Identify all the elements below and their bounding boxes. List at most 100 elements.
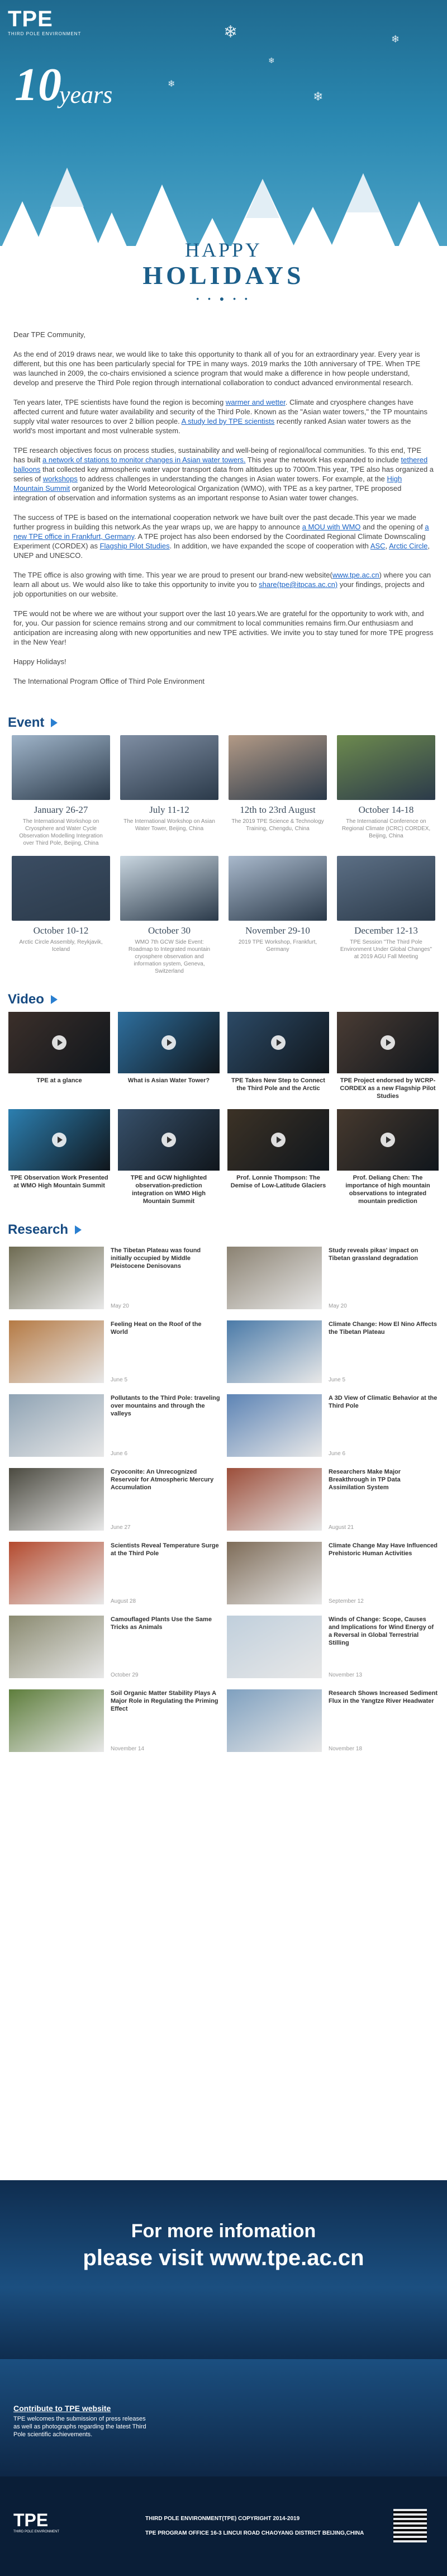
video-card[interactable]: Prof. Deliang Chen: The importance of hi… — [333, 1109, 443, 1205]
video-thumbnail[interactable] — [337, 1012, 439, 1073]
play-icon[interactable] — [161, 1035, 176, 1050]
tpe-logo[interactable]: TPE THIRD POLE ENVIRONMENT — [8, 8, 81, 36]
play-icon[interactable] — [381, 1035, 395, 1050]
event-card[interactable]: 12th to 23rd August The 2019 TPE Science… — [224, 735, 332, 847]
research-photo[interactable] — [227, 1468, 322, 1531]
research-title[interactable]: A 3D View of Climatic Behavior at the Th… — [329, 1394, 438, 1410]
research-title[interactable]: Climate Change: How El Nino Affects the … — [329, 1320, 438, 1336]
video-caption[interactable]: Prof. Deliang Chen: The importance of hi… — [333, 1174, 443, 1205]
video-caption[interactable]: TPE Observation Work Presented at WMO Hi… — [4, 1174, 114, 1190]
link-workshops[interactable]: workshops — [43, 475, 78, 483]
event-card[interactable]: October 14-18 The International Conferen… — [332, 735, 440, 847]
research-item[interactable]: Climate Change: How El Nino Affects the … — [224, 1316, 441, 1390]
video-thumbnail[interactable] — [8, 1012, 110, 1073]
video-thumbnail[interactable] — [118, 1109, 220, 1171]
research-title[interactable]: Winds of Change: Scope, Causes and Impli… — [329, 1616, 438, 1647]
link-website[interactable]: www.tpe.ac.cn — [332, 571, 379, 579]
research-title[interactable]: Research Shows Increased Sediment Flux i… — [329, 1689, 438, 1705]
research-title[interactable]: Researchers Make Major Breakthrough in T… — [329, 1468, 438, 1491]
link-flagship[interactable]: Flagship Pilot Studies — [100, 542, 170, 550]
event-photo[interactable] — [229, 856, 327, 921]
research-item[interactable]: Winds of Change: Scope, Causes and Impli… — [224, 1611, 441, 1685]
research-photo[interactable] — [227, 1394, 322, 1457]
research-title[interactable]: Study reveals pikas' impact on Tibetan g… — [329, 1247, 438, 1262]
video-caption[interactable]: TPE at a glance — [4, 1077, 114, 1085]
play-icon[interactable] — [271, 1133, 286, 1147]
research-photo[interactable] — [227, 1320, 322, 1383]
research-item[interactable]: A 3D View of Climatic Behavior at the Th… — [224, 1390, 441, 1464]
research-item[interactable]: Researchers Make Major Breakthrough in T… — [224, 1464, 441, 1537]
event-card[interactable]: December 12-13 TPE Session "The Third Po… — [332, 856, 440, 975]
research-photo[interactable] — [9, 1394, 104, 1457]
link-arctic-circle[interactable]: Arctic Circle — [389, 542, 427, 550]
link-mou-wmo[interactable]: a MOU with WMO — [302, 523, 361, 531]
video-thumbnail[interactable] — [337, 1109, 439, 1171]
research-item[interactable]: Feeling Heat on the Roof of the World Ju… — [6, 1316, 224, 1390]
research-item[interactable]: Research Shows Increased Sediment Flux i… — [224, 1685, 441, 1759]
research-item[interactable]: Climate Change May Have Influenced Prehi… — [224, 1537, 441, 1611]
research-photo[interactable] — [227, 1689, 322, 1752]
contribute-link[interactable]: Contribute to TPE website — [13, 2404, 148, 2413]
video-caption[interactable]: TPE and GCW highlighted observation-pred… — [114, 1174, 224, 1205]
event-photo[interactable] — [12, 735, 110, 800]
research-photo[interactable] — [227, 1542, 322, 1604]
event-card[interactable]: November 29-10 2019 TPE Workshop, Frankf… — [224, 856, 332, 975]
research-item[interactable]: Study reveals pikas' impact on Tibetan g… — [224, 1242, 441, 1316]
video-card[interactable]: TPE Takes New Step to Connect the Third … — [224, 1012, 333, 1100]
research-item[interactable]: Pollutants to the Third Pole: traveling … — [6, 1390, 224, 1464]
research-item[interactable]: Camouflaged Plants Use the Same Tricks a… — [6, 1611, 224, 1685]
research-title[interactable]: Climate Change May Have Influenced Prehi… — [329, 1542, 438, 1557]
link-warmer-wetter[interactable]: warmer and wetter — [226, 398, 286, 406]
research-title[interactable]: Camouflaged Plants Use the Same Tricks a… — [111, 1616, 220, 1631]
video-card[interactable]: TPE Project endorsed by WCRP-CORDEX as a… — [333, 1012, 443, 1100]
video-caption[interactable]: What is Asian Water Tower? — [114, 1077, 224, 1085]
event-photo[interactable] — [229, 735, 327, 800]
play-icon[interactable] — [52, 1035, 66, 1050]
research-item[interactable]: Cryoconite: An Unrecognized Reservoir fo… — [6, 1464, 224, 1537]
event-photo[interactable] — [120, 735, 218, 800]
research-title[interactable]: The Tibetan Plateau was found initially … — [111, 1247, 220, 1270]
link-study[interactable]: A study led by TPE scientists — [182, 417, 275, 425]
link-asc[interactable]: ASC — [370, 542, 386, 550]
research-title[interactable]: Cryoconite: An Unrecognized Reservoir fo… — [111, 1468, 220, 1491]
research-photo[interactable] — [227, 1616, 322, 1678]
research-photo[interactable] — [9, 1320, 104, 1383]
video-caption[interactable]: Prof. Lonnie Thompson: The Demise of Low… — [224, 1174, 333, 1190]
research-photo[interactable] — [9, 1542, 104, 1604]
video-thumbnail[interactable] — [8, 1109, 110, 1171]
link-share-email[interactable]: share(tpe@itpcas.ac.cn) — [259, 580, 337, 589]
play-icon[interactable] — [52, 1133, 66, 1147]
research-item[interactable]: Scientists Reveal Temperature Surge at t… — [6, 1537, 224, 1611]
event-card[interactable]: October 10-12 Arctic Circle Assembly, Re… — [7, 856, 115, 975]
research-photo[interactable] — [9, 1468, 104, 1531]
video-card[interactable]: Prof. Lonnie Thompson: The Demise of Low… — [224, 1109, 333, 1205]
event-card[interactable]: October 30 WMO 7th GCW Side Event: Roadm… — [115, 856, 224, 975]
research-title[interactable]: Feeling Heat on the Roof of the World — [111, 1320, 220, 1336]
research-title[interactable]: Pollutants to the Third Pole: traveling … — [111, 1394, 220, 1418]
play-icon[interactable] — [271, 1035, 286, 1050]
more-info-link[interactable]: please visit www.tpe.ac.cn — [0, 2246, 447, 2271]
research-title[interactable]: Scientists Reveal Temperature Surge at t… — [111, 1542, 220, 1557]
event-card[interactable]: January 26-27 The International Workshop… — [7, 735, 115, 847]
event-photo[interactable] — [337, 856, 435, 921]
event-card[interactable]: July 11-12 The International Workshop on… — [115, 735, 224, 847]
research-item[interactable]: Soil Organic Matter Stability Plays A Ma… — [6, 1685, 224, 1759]
video-thumbnail[interactable] — [227, 1109, 329, 1171]
video-card[interactable]: TPE at a glance — [4, 1012, 114, 1100]
video-card[interactable]: TPE Observation Work Presented at WMO Hi… — [4, 1109, 114, 1205]
video-thumbnail[interactable] — [227, 1012, 329, 1073]
video-caption[interactable]: TPE Project endorsed by WCRP-CORDEX as a… — [333, 1077, 443, 1100]
research-photo[interactable] — [9, 1689, 104, 1752]
video-thumbnail[interactable] — [118, 1012, 220, 1073]
research-photo[interactable] — [227, 1247, 322, 1309]
research-photo[interactable] — [9, 1247, 104, 1309]
event-photo[interactable] — [120, 856, 218, 921]
research-item[interactable]: The Tibetan Plateau was found initially … — [6, 1242, 224, 1316]
research-title[interactable]: Soil Organic Matter Stability Plays A Ma… — [111, 1689, 220, 1713]
link-station-network[interactable]: a network of stations to monitor changes… — [42, 456, 245, 464]
video-card[interactable]: TPE and GCW highlighted observation-pred… — [114, 1109, 224, 1205]
video-card[interactable]: What is Asian Water Tower? — [114, 1012, 224, 1100]
play-icon[interactable] — [161, 1133, 176, 1147]
event-photo[interactable] — [337, 735, 435, 800]
research-photo[interactable] — [9, 1616, 104, 1678]
